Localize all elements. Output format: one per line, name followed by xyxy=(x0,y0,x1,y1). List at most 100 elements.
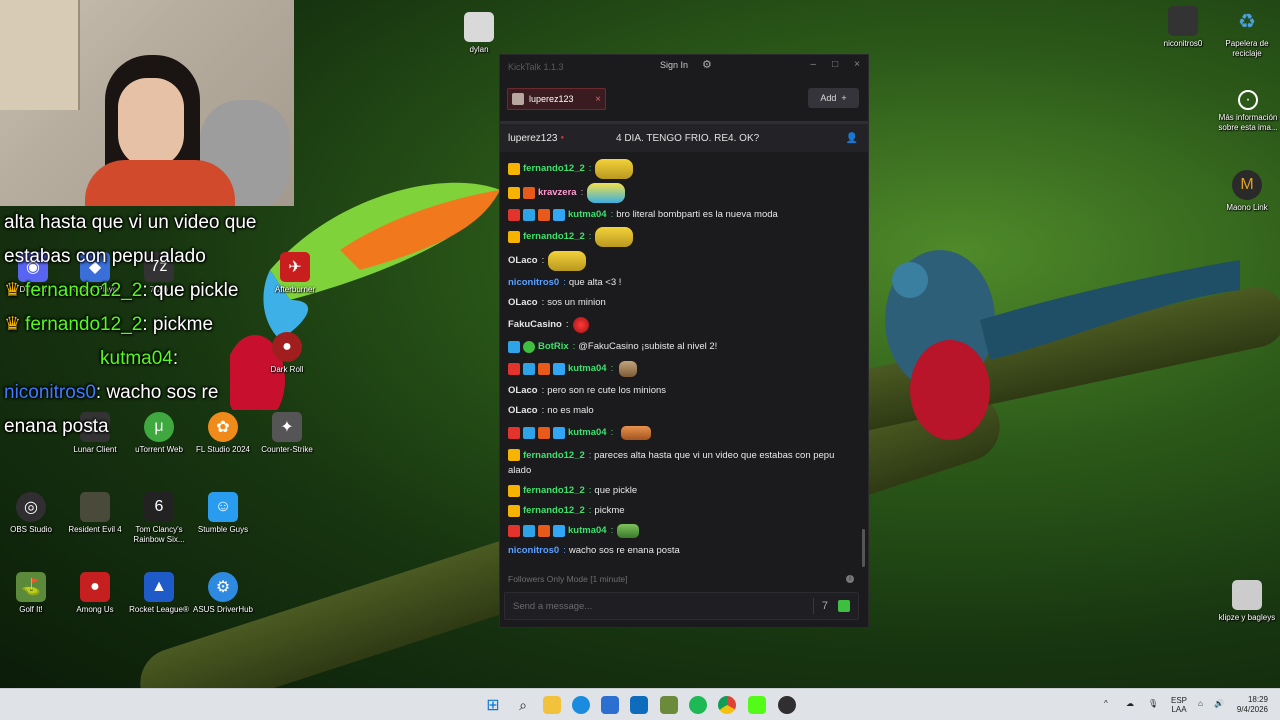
stream-title: 4 DIA. TENGO FRIO. RE4. OK? xyxy=(616,132,760,144)
webcam-feed xyxy=(0,0,294,206)
minion-emote-icon xyxy=(548,251,587,271)
chat-username[interactable]: OLaco xyxy=(508,293,538,313)
chat-username[interactable]: kutma04 xyxy=(568,521,607,541)
crown-badge-icon xyxy=(508,231,520,243)
verified-badge-icon xyxy=(523,363,535,375)
minecraft-icon[interactable] xyxy=(660,696,678,714)
overlay-line: estabas con pepu alado xyxy=(4,246,206,267)
add-chatroom-button[interactable]: Add + xyxy=(808,88,859,108)
user-icon[interactable]: 👤 xyxy=(846,133,858,144)
chat-tabs: luperez123 × Add + xyxy=(500,79,868,121)
language-bottom: LAA xyxy=(1171,705,1187,714)
title-bar[interactable]: KickTalk 1.1.3 Sign In ⚙ – □ × xyxy=(500,55,868,79)
message-input[interactable]: Send a message... 7 xyxy=(504,592,859,620)
chat-username[interactable]: fernando12_2 xyxy=(523,157,585,181)
overlay-line: kutma04: xyxy=(100,348,179,369)
chat-username[interactable]: kutma04 xyxy=(568,421,607,445)
chat-scrollbar[interactable] xyxy=(862,529,865,567)
chat-username[interactable]: BotRix xyxy=(538,337,569,357)
tab-luperez123[interactable]: luperez123 × xyxy=(507,88,606,110)
desktop-icon-rocket-league[interactable]: ▲ Rocket League® xyxy=(128,572,190,615)
chrome-icon[interactable] xyxy=(718,696,736,714)
network-icon[interactable]: ⌂ xyxy=(1198,699,1203,708)
gear-icon[interactable]: ⚙ xyxy=(702,58,712,71)
cube-badge-icon xyxy=(553,525,565,537)
recycle-bin-icon: ♻ xyxy=(1238,10,1256,33)
desktop-icon-obs[interactable]: ◎ OBS Studio xyxy=(0,492,62,535)
desktop-icon-golf-it[interactable]: ⛳ Golf It! xyxy=(0,572,62,615)
rainbow-six-icon: 6 xyxy=(144,492,174,522)
camera-info-icon: · xyxy=(1238,90,1258,110)
close-button[interactable]: × xyxy=(854,59,860,70)
crown-badge-icon xyxy=(508,485,520,497)
desktop-icon-rainbow-six[interactable]: 6 Tom Clancy's Rainbow Six... xyxy=(128,492,190,545)
sign-in-button[interactable]: Sign In xyxy=(660,60,688,70)
desktop-icon-niconitros0[interactable]: niconitros0 xyxy=(1152,6,1214,49)
chat-username[interactable]: fernando12_2 xyxy=(523,450,585,461)
minion-emote-icon xyxy=(595,159,634,179)
chat-message: OLaco: sos un minion xyxy=(508,293,854,313)
image-file-icon xyxy=(1232,580,1262,610)
desktop-icon-re4[interactable]: Resident Evil 4 xyxy=(64,492,126,535)
tray-app-icon[interactable]: ☁ xyxy=(1126,699,1134,708)
chat-username[interactable]: kravzera xyxy=(538,181,577,205)
minion-emote-icon xyxy=(595,227,634,247)
obs-icon: ◎ xyxy=(16,492,46,522)
desktop-icon-klipze[interactable]: klipze y bagleys xyxy=(1214,580,1280,623)
overlay-line: ♛ fernando12_2: pickme xyxy=(4,314,214,335)
verified-badge-icon xyxy=(508,341,520,353)
info-icon[interactable]: i xyxy=(846,574,854,583)
desktop-icon-recycle-bin[interactable]: ♻ Papelera de reciclaje xyxy=(1216,6,1278,59)
obs-taskbar-icon[interactable] xyxy=(778,696,796,714)
volume-icon[interactable]: 🔊 xyxy=(1214,699,1224,708)
overlay-line: enana posta xyxy=(4,416,109,437)
overlay-line: alta hasta que vi un video que xyxy=(4,212,257,233)
chat-username[interactable]: OLaco xyxy=(508,381,538,401)
chat-username[interactable]: kutma04 xyxy=(568,357,607,381)
language-top: ESP xyxy=(1171,696,1188,705)
language-indicator[interactable]: ESP LAA xyxy=(1171,696,1187,714)
chat-username[interactable]: niconitros0 xyxy=(508,273,559,293)
chat-text: sos un minion xyxy=(547,297,606,308)
desktop-icon-spotlight-info[interactable]: · Más información sobre esta ima... xyxy=(1212,90,1280,133)
desktop-icon-asus-driverhub[interactable]: ⚙ ASUS DriverHub xyxy=(192,572,254,615)
spotify-icon[interactable] xyxy=(689,696,707,714)
desktop-icon-dylan[interactable]: dylan xyxy=(448,12,510,55)
search-icon[interactable]: ⌕ xyxy=(514,696,532,714)
chat-text: pero son re cute los minions xyxy=(547,385,667,396)
chat-username[interactable]: fernando12_2 xyxy=(523,481,585,501)
chat-username[interactable]: niconitros0 xyxy=(508,541,559,561)
cat-image-icon xyxy=(464,12,494,42)
chat-username[interactable]: kutma04 xyxy=(568,205,607,225)
stream-chat-overlay: alta hasta que vi un video que estabas c… xyxy=(4,206,304,444)
outlook-icon[interactable] xyxy=(630,696,648,714)
file-explorer-icon[interactable] xyxy=(543,696,561,714)
edge-icon[interactable] xyxy=(572,696,590,714)
chat-username[interactable]: OLaco xyxy=(508,401,538,421)
cube-badge-icon xyxy=(553,209,565,221)
moderator-badge-icon xyxy=(538,525,550,537)
avatar xyxy=(512,93,524,105)
kicktalk-taskbar-icon[interactable] xyxy=(748,696,766,714)
moderator-badge-icon xyxy=(538,427,550,439)
seventv-emote-icon[interactable]: 7 xyxy=(822,600,828,612)
desktop-icon-maono-link[interactable]: M Maono Link xyxy=(1216,170,1278,213)
kick-emote-icon[interactable] xyxy=(838,600,850,612)
maximize-button[interactable]: □ xyxy=(832,59,838,70)
windows-start-icon[interactable]: ⊞ xyxy=(484,696,502,714)
close-tab-icon[interactable]: × xyxy=(595,94,601,105)
minimize-button[interactable]: – xyxy=(811,59,817,70)
streamer-name[interactable]: luperez123 xyxy=(508,133,557,144)
desktop-icon-among-us[interactable]: ● Among Us xyxy=(64,572,126,615)
tray-chevron-icon[interactable]: ^ xyxy=(1104,699,1108,708)
clock[interactable]: 18:29 9/4/2026 xyxy=(1232,695,1268,715)
microphone-icon[interactable]: 🎙 xyxy=(1148,699,1158,708)
chat-username[interactable]: FakuCasino xyxy=(508,313,562,337)
desktop-icon-stumble-guys[interactable]: ☺ Stumble Guys xyxy=(192,492,254,535)
chat-username[interactable]: fernando12_2 xyxy=(523,501,585,521)
crown-badge-icon: ♛ xyxy=(4,280,22,301)
chat-username[interactable]: OLaco xyxy=(508,249,538,273)
chat-username[interactable]: fernando12_2 xyxy=(523,225,585,249)
chat-messages[interactable]: fernando12_2: kravzera: kutma04: bro lit… xyxy=(500,157,862,567)
store-icon[interactable] xyxy=(601,696,619,714)
